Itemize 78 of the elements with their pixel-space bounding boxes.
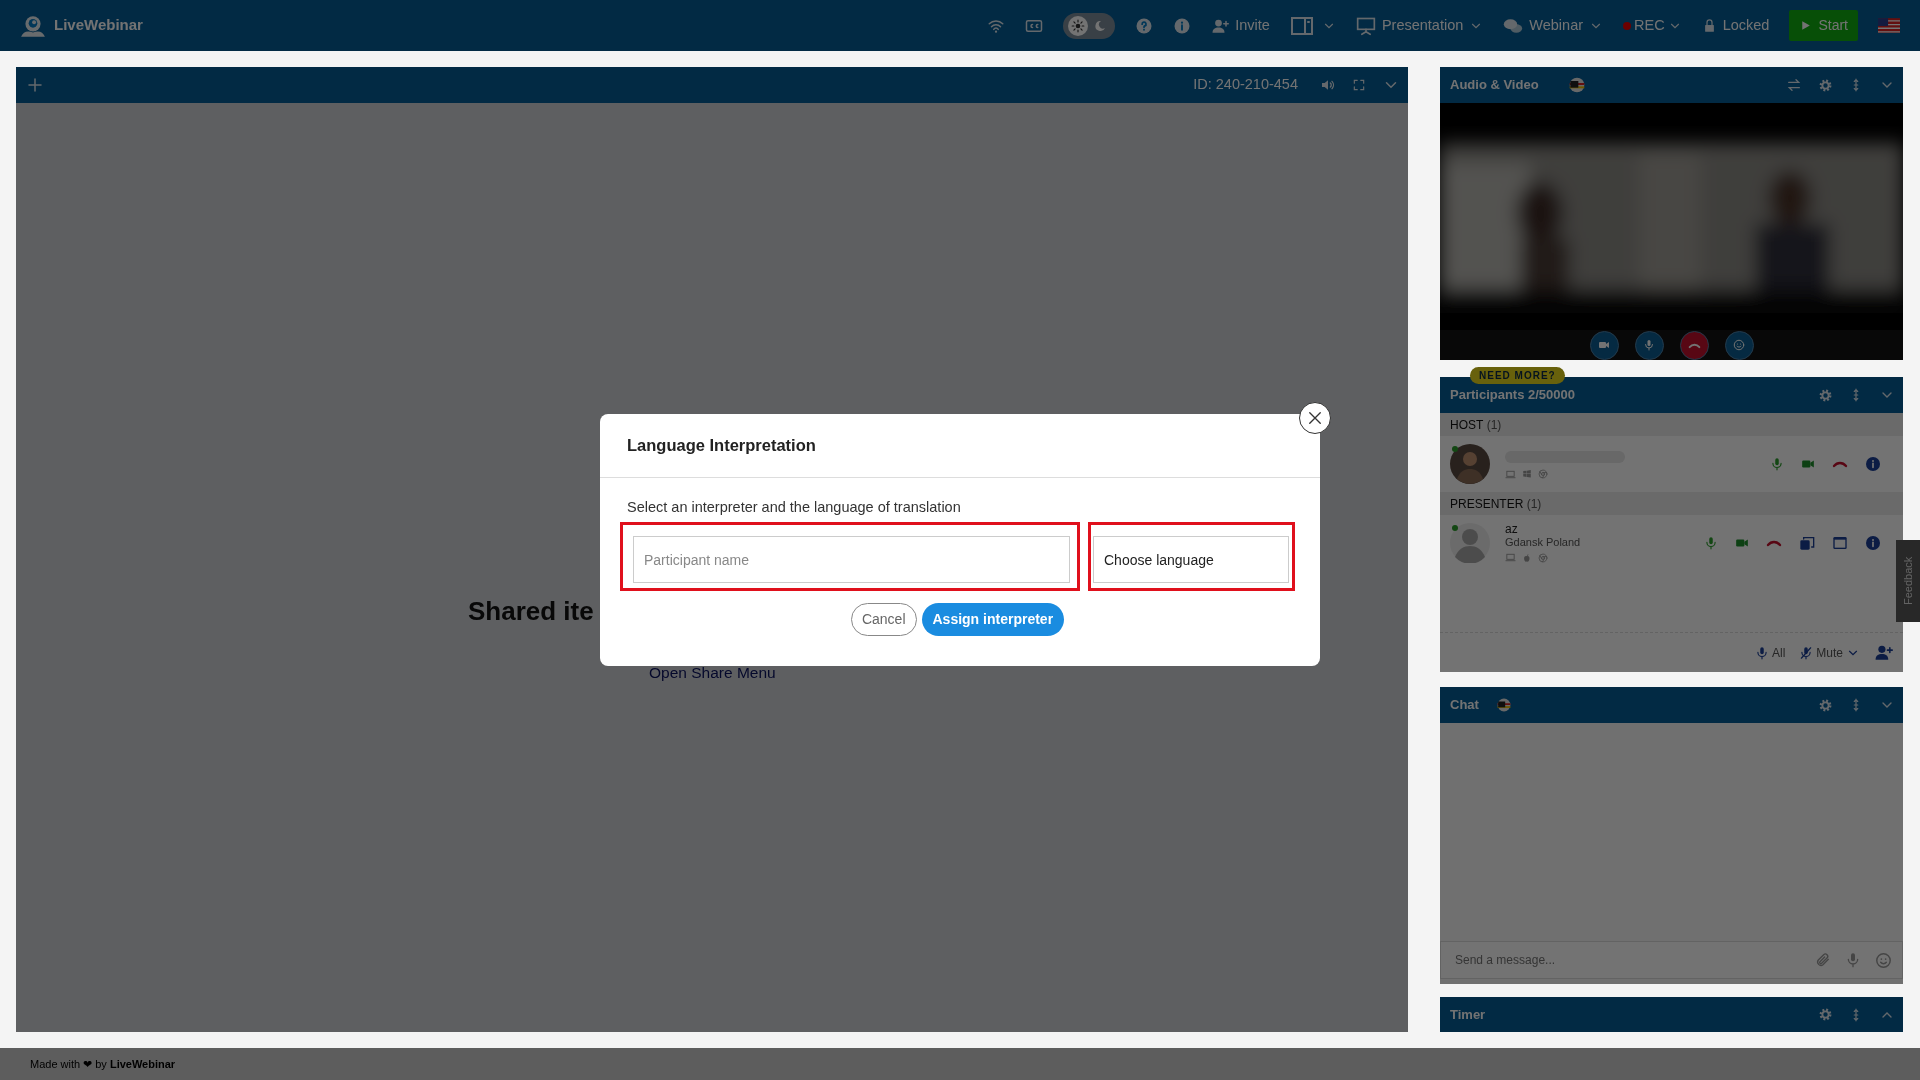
swap-icon[interactable]	[1786, 77, 1802, 93]
message-input[interactable]: Send a message...	[1453, 950, 1801, 970]
group-label: HOST	[1450, 416, 1484, 434]
board-icon	[1355, 15, 1376, 36]
info-icon[interactable]	[1865, 535, 1881, 551]
mic-icon[interactable]	[1845, 952, 1861, 968]
laptop-icon	[1505, 468, 1516, 480]
mic-icon	[1643, 339, 1655, 351]
close-icon	[1306, 409, 1324, 427]
presentation-menu[interactable]: Presentation	[1355, 14, 1484, 37]
mic-button[interactable]	[1634, 330, 1664, 360]
assign-button[interactable]: Assign interpreter	[921, 603, 1065, 636]
settings-icon[interactable]	[1818, 1007, 1833, 1022]
participant-location: Gdansk Poland	[1505, 536, 1581, 548]
mic-icon	[1754, 645, 1769, 660]
fullscreen-icon[interactable]	[1352, 78, 1366, 92]
emoji-button[interactable]	[1724, 330, 1754, 360]
browser-icon	[1538, 469, 1548, 479]
panel-title: Audio & Video	[1450, 76, 1539, 95]
smiley-icon	[1733, 339, 1745, 351]
settings-icon[interactable]	[1818, 387, 1833, 403]
footer-text: Made with ❤ by LiveWebinar	[30, 1056, 176, 1072]
settings-icon[interactable]	[1818, 697, 1833, 713]
record-dot-icon	[1623, 21, 1632, 30]
need-more-badge[interactable]: NEED MORE?	[1470, 367, 1565, 384]
panel-title: Participants 2/50000	[1450, 386, 1576, 405]
add-user-icon[interactable]	[1874, 643, 1893, 662]
panel-title: Chat	[1450, 696, 1479, 715]
windows-icon	[1522, 469, 1532, 479]
invite-button[interactable]: Invite	[1211, 14, 1270, 37]
webinar-menu[interactable]: Webinar	[1503, 14, 1604, 37]
participant-name: az	[1505, 523, 1519, 536]
shared-items-heading: Shared ite	[468, 595, 594, 627]
mic-off-icon	[1799, 645, 1814, 660]
group-label: PRESENTER	[1450, 495, 1524, 513]
hang-up-button[interactable]	[1679, 330, 1709, 360]
cancel-button[interactable]: Cancel	[850, 603, 917, 636]
theme-toggle[interactable]	[1063, 12, 1116, 39]
start-button[interactable]: Start	[1789, 10, 1858, 41]
logo-text: LiveWebinar	[54, 15, 143, 36]
info-icon[interactable]	[1865, 456, 1881, 472]
copy-icon[interactable]	[1799, 535, 1815, 551]
moon-icon	[1094, 19, 1107, 32]
window-icon[interactable]	[1832, 535, 1848, 551]
laptop-icon	[1505, 552, 1516, 563]
room-id: ID: 240-210-454	[1193, 75, 1298, 95]
play-icon	[1799, 19, 1813, 32]
avatar	[1450, 523, 1490, 563]
sun-icon	[1071, 18, 1086, 33]
plus-icon	[26, 76, 44, 94]
camera-icon	[1598, 339, 1610, 351]
browser-icon	[1538, 552, 1548, 563]
mic-icon[interactable]	[1704, 536, 1718, 550]
apple-icon	[1522, 552, 1532, 563]
settings-icon[interactable]	[1818, 77, 1833, 93]
record-menu[interactable]: REC	[1623, 14, 1682, 37]
add-button[interactable]	[26, 76, 44, 94]
avatar	[1450, 444, 1490, 484]
language-icon[interactable]	[1496, 698, 1511, 712]
mic-icon[interactable]	[1770, 457, 1784, 471]
flag-icon[interactable]	[1878, 18, 1900, 33]
smiley-icon[interactable]	[1875, 951, 1892, 969]
language-icon[interactable]	[1568, 77, 1585, 93]
group-count: (1)	[1526, 495, 1542, 513]
all-mic-button[interactable]: All	[1754, 643, 1786, 662]
dialog-title: Language Interpretation	[627, 435, 816, 457]
panel-title: Timer	[1450, 1005, 1486, 1024]
lock-button[interactable]: Locked	[1701, 14, 1770, 37]
mute-menu[interactable]: Mute	[1799, 643, 1860, 662]
message-field[interactable]: Send a message...	[1440, 941, 1903, 979]
info-icon[interactable]	[1173, 16, 1192, 35]
camera-button[interactable]	[1589, 330, 1619, 360]
language-select[interactable]: Choose language	[1093, 536, 1289, 583]
participant-name-field[interactable]: Participant name	[633, 536, 1070, 583]
help-icon[interactable]	[1135, 16, 1154, 35]
paperclip-icon[interactable]	[1815, 952, 1831, 968]
group-count: (1)	[1486, 416, 1502, 434]
dialog-prompt: Select an interpreter and the language of translation	[627, 498, 962, 516]
